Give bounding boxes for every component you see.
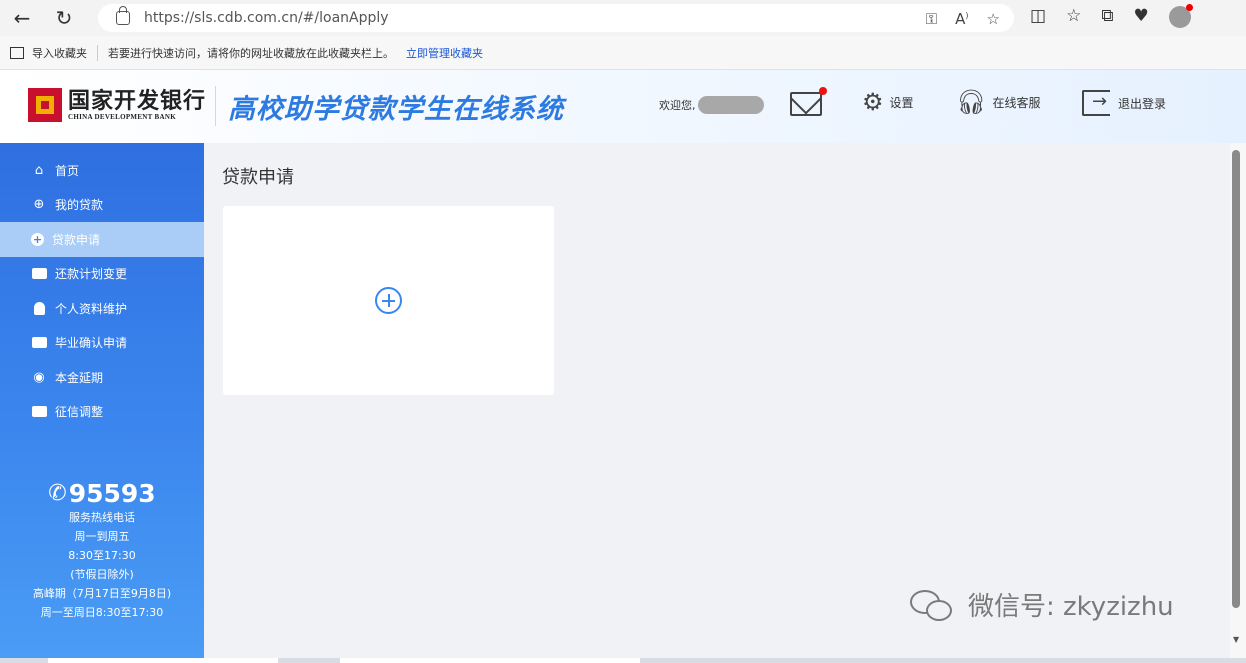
logout-label: 退出登录 xyxy=(1118,96,1167,111)
sidebar-item-my-loans[interactable]: ⊕ 我的贷款 xyxy=(0,188,204,223)
url-text[interactable]: https://sls.cdb.com.cn/#/loanApply xyxy=(144,10,389,26)
hotline-number-text: 95593 xyxy=(68,479,156,508)
profile-avatar[interactable] xyxy=(1168,4,1193,28)
taskbar-segment xyxy=(340,658,640,663)
online-service-button[interactable]: 🎧︎ 在线客服 xyxy=(956,90,1040,114)
scroll-thumb[interactable] xyxy=(1232,150,1240,608)
user-icon xyxy=(31,300,47,316)
favorites-bar: 导入收藏夹 若要进行快速访问，请将你的网址收藏放在此收藏夹栏上。 立即管理收藏夹 xyxy=(0,36,1246,70)
sidebar-item-graduation[interactable]: 毕业确认申请 xyxy=(0,326,204,361)
favorites-tip: 若要进行快速访问，请将你的网址收藏放在此收藏夹栏上。 xyxy=(108,46,394,60)
add-loan-card[interactable] xyxy=(223,206,554,395)
gear-icon: ⚙ xyxy=(862,88,884,116)
credit-icon xyxy=(31,404,47,420)
headset-icon: 🎧︎ xyxy=(956,88,987,116)
hotline-number: ✆ 95593 xyxy=(0,479,204,508)
id-card-icon xyxy=(31,335,47,351)
hotline-days: 周一到周五 xyxy=(74,530,130,543)
hotline-info: ✆ 95593 服务热线电话 周一到周五 8:30至17:30 (节假日除外) … xyxy=(0,479,204,622)
manage-favorites-link[interactable]: 立即管理收藏夹 xyxy=(406,45,483,61)
divider xyxy=(215,86,216,126)
sidebar-item-label: 个人资料维护 xyxy=(55,301,128,316)
mail-icon[interactable] xyxy=(790,92,822,116)
import-favorites-button[interactable]: 导入收藏夹 xyxy=(10,45,87,61)
apply-icon: + xyxy=(31,232,44,246)
settings-button[interactable]: ⚙ 设置 xyxy=(862,90,914,114)
divider xyxy=(97,44,98,61)
welcome-text: 欢迎您, xyxy=(659,96,764,114)
import-icon xyxy=(10,46,24,59)
sidebar-item-label: 还款计划变更 xyxy=(55,267,128,282)
scroll-down-icon[interactable]: ▼ xyxy=(1233,635,1239,644)
sidebar-item-profile[interactable]: 个人资料维护 xyxy=(0,291,204,326)
watermark: 微信号: zkyzizhu xyxy=(910,586,1174,623)
bank-logo-mark xyxy=(28,88,62,122)
bank-name-cn: 国家开发银行 xyxy=(68,88,207,114)
address-bar[interactable]: https://sls.cdb.com.cn/#/loanApply ⚿ A) … xyxy=(98,4,1014,32)
logout-button[interactable]: 退出登录 xyxy=(1082,90,1166,116)
welcome-label: 欢迎您, xyxy=(659,99,696,112)
read-aloud-icon[interactable]: A) xyxy=(955,10,968,28)
settings-label: 设置 xyxy=(889,95,914,110)
collections-icon[interactable]: ⧉ xyxy=(1101,6,1113,28)
bottom-strip xyxy=(0,658,1246,663)
sidebar-item-label: 首页 xyxy=(55,163,80,178)
back-icon[interactable]: ← xyxy=(8,4,36,32)
refresh-icon[interactable]: ↻ xyxy=(50,4,78,32)
add-circle-icon[interactable] xyxy=(375,287,402,314)
sidebar-item-label: 贷款申请 xyxy=(52,232,101,247)
page-title: 贷款申请 xyxy=(222,167,294,188)
sidebar-item-repayment-change[interactable]: 还款计划变更 xyxy=(0,257,204,292)
wechat-icon xyxy=(910,588,954,622)
sidebar-item-principal-extension[interactable]: ◉ 本金延期 xyxy=(0,360,204,395)
app-header: 国家开发银行 CHINA DEVELOPMENT BANK 高校助学贷款学生在线… xyxy=(0,70,1246,143)
main-content: 贷款申请 xyxy=(204,143,1230,658)
watermark-text: 微信号: zkyzizhu xyxy=(968,592,1174,622)
notification-badge xyxy=(819,87,827,95)
loan-icon: ⊕ xyxy=(33,197,45,213)
browser-toolbar: ← ↻ https://sls.cdb.com.cn/#/loanApply ⚿… xyxy=(0,0,1246,36)
favorites-icon[interactable]: ☆ xyxy=(1066,6,1081,28)
hotline-hours: 8:30至17:30 xyxy=(68,549,136,562)
sidebar-item-label: 本金延期 xyxy=(55,370,104,385)
card-icon xyxy=(31,266,47,282)
bank-name-en: CHINA DEVELOPMENT BANK xyxy=(68,113,176,121)
sidebar-item-label: 我的贷款 xyxy=(55,198,104,213)
hotline-holiday: (节假日除外) xyxy=(70,568,134,581)
sidebar: ⌂ 首页 ⊕ 我的贷款 + 贷款申请 还款计划变更 个人资料维护 毕业确认申请 … xyxy=(0,143,204,658)
hotline-peak-hours: 周一至周日8:30至17:30 xyxy=(40,606,164,619)
scrollbar[interactable]: ▼ xyxy=(1230,143,1246,658)
import-favorites-label: 导入收藏夹 xyxy=(32,46,87,60)
phone-icon: ✆ xyxy=(48,481,67,506)
hotline-label: 服务热线电话 xyxy=(69,511,135,524)
sidebar-item-loan-apply[interactable]: + 贷款申请 xyxy=(0,222,204,257)
sidebar-menu: ⌂ 首页 ⊕ 我的贷款 + 贷款申请 还款计划变更 个人资料维护 毕业确认申请 … xyxy=(0,143,204,429)
logout-icon xyxy=(1082,90,1110,116)
key-icon[interactable]: ⚿ xyxy=(926,10,937,28)
user-name-redacted xyxy=(697,96,764,114)
extension-icon[interactable]: ♥ xyxy=(1133,6,1148,28)
system-title: 高校助学贷款学生在线系统 xyxy=(228,94,564,125)
lock-icon xyxy=(116,6,130,25)
home-icon: ⌂ xyxy=(34,162,44,178)
star-icon[interactable]: ☆ xyxy=(987,10,1000,28)
circle-icon: ◉ xyxy=(33,369,45,385)
sidebar-item-label: 毕业确认申请 xyxy=(55,336,128,351)
service-label: 在线客服 xyxy=(992,95,1041,110)
hotline-peak: 高峰期（7月17日至9月8日) xyxy=(32,587,172,600)
sidebar-item-home[interactable]: ⌂ 首页 xyxy=(0,153,204,188)
taskbar-segment xyxy=(48,658,278,663)
sidebar-item-label: 征信调整 xyxy=(55,405,104,420)
bank-logo[interactable]: 国家开发银行 CHINA DEVELOPMENT BANK xyxy=(28,88,206,122)
split-screen-icon[interactable]: ◫ xyxy=(1030,6,1046,28)
sidebar-item-credit-adjust[interactable]: 征信调整 xyxy=(0,395,204,430)
